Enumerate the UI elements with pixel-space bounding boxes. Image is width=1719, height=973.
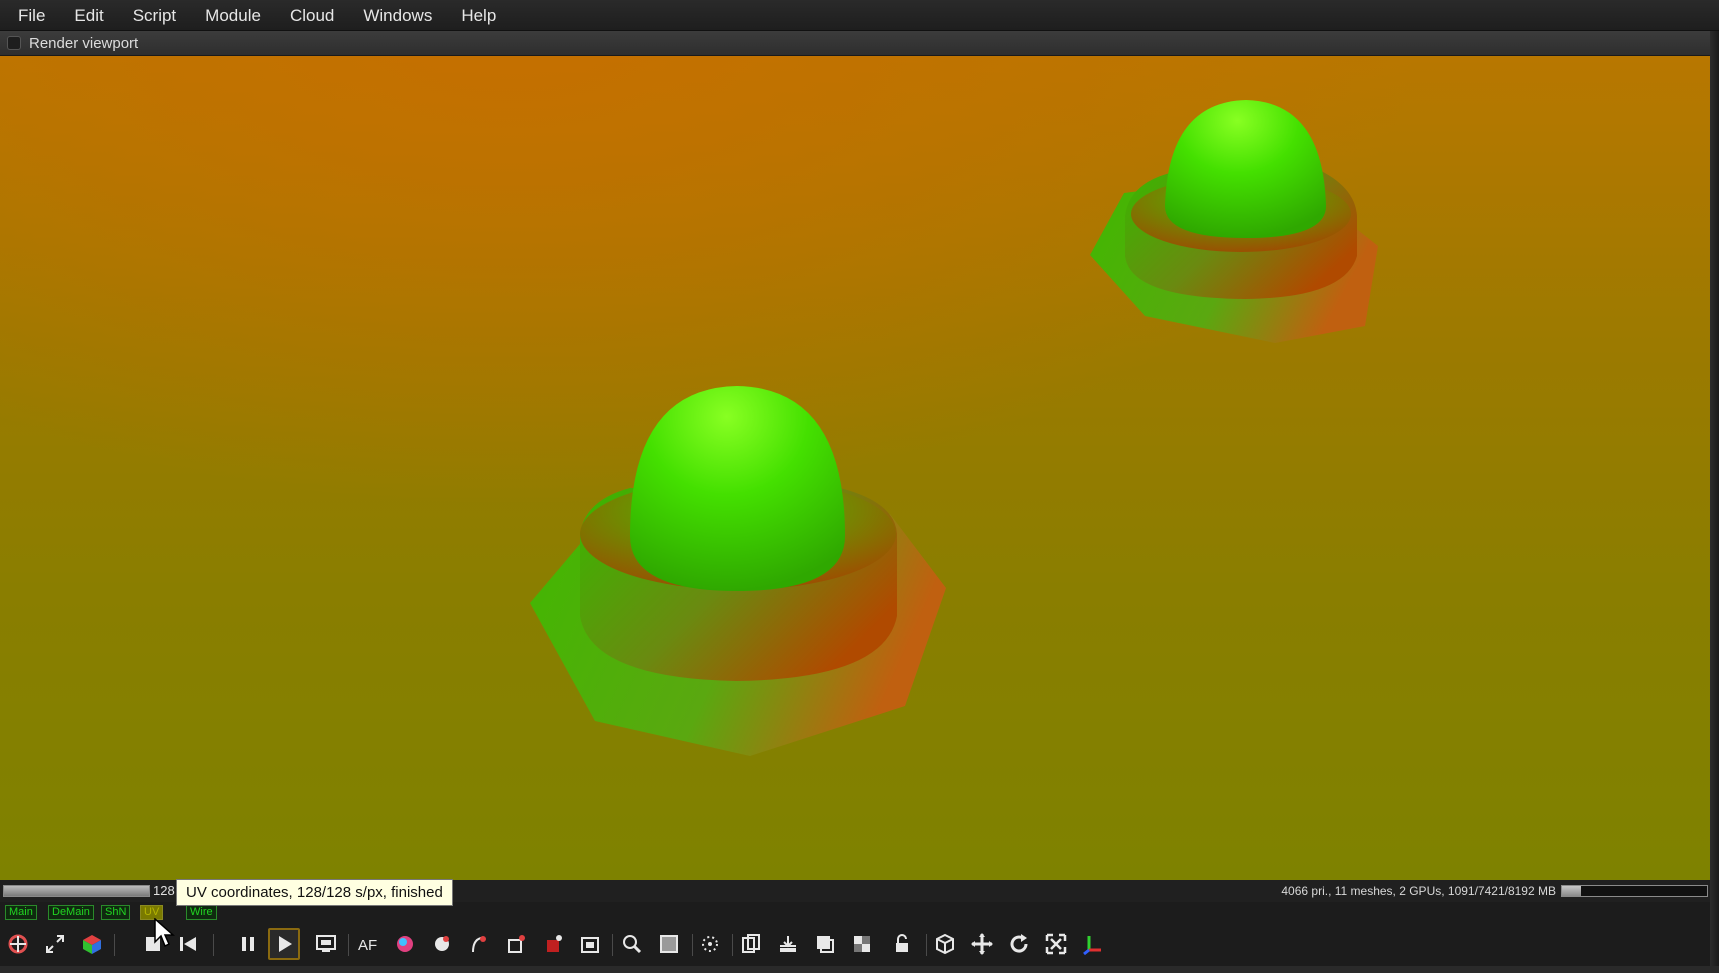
lock-icon[interactable] (886, 928, 918, 960)
mode-wire-button[interactable]: Wire (186, 905, 217, 920)
menu-help[interactable]: Help (449, 0, 513, 31)
camera-target-icon[interactable] (537, 928, 569, 960)
svg-text:AF: AF (358, 937, 377, 954)
menu-edit[interactable]: Edit (62, 0, 120, 31)
clipboard-icon[interactable] (809, 928, 841, 960)
material-picker-icon[interactable] (426, 928, 458, 960)
viewport-title: Render viewport (29, 34, 139, 52)
memory-bar (1561, 885, 1708, 897)
move-icon[interactable] (966, 928, 998, 960)
panel-grip-icon[interactable] (7, 36, 21, 50)
scene-stats: 4066 pri., 11 meshes, 2 GPUs, 1091/7421/… (1281, 884, 1556, 898)
mode-main-button[interactable]: Main (5, 905, 37, 920)
window-bottom-border (0, 966, 1719, 973)
toolbar-separator (114, 934, 115, 956)
cube-color-icon[interactable] (76, 928, 108, 960)
tooltip: UV coordinates, 128/128 s/px, finished (176, 879, 453, 906)
mesh-small (1090, 100, 1378, 343)
menu-file[interactable]: File (6, 0, 62, 31)
menu-module[interactable]: Module (193, 0, 278, 31)
sample-count: 128 (153, 883, 175, 898)
mouse-cursor-icon (154, 918, 175, 948)
object-picker-icon[interactable] (500, 928, 532, 960)
menu-bar: File Edit Script Module Cloud Windows He… (0, 0, 1719, 31)
memory-fill (1562, 886, 1581, 896)
toolbar-separator (612, 934, 613, 956)
rewind-icon[interactable] (172, 928, 204, 960)
viewport-titlebar: Render viewport (0, 31, 1710, 56)
render-scene (530, 100, 1378, 756)
pause-icon[interactable] (232, 928, 264, 960)
checker-icon[interactable] (846, 928, 878, 960)
mode-shn-button[interactable]: ShN (101, 905, 131, 920)
menu-windows[interactable]: Windows (351, 0, 449, 31)
lens-icon[interactable] (694, 928, 726, 960)
recenter-icon[interactable] (2, 928, 34, 960)
save-icon[interactable] (772, 928, 804, 960)
viewport-toolbar: AF (0, 922, 1710, 966)
render-region-icon[interactable] (310, 928, 342, 960)
render-viewport[interactable] (0, 56, 1710, 880)
crop-icon[interactable] (574, 928, 606, 960)
axis-icon[interactable] (1077, 928, 1109, 960)
scale-icon[interactable] (1040, 928, 1072, 960)
cube-view-icon[interactable] (929, 928, 961, 960)
menu-cloud[interactable]: Cloud (278, 0, 351, 31)
zoom-icon[interactable] (616, 928, 648, 960)
render-progress-fill (4, 886, 149, 896)
focus-picker-icon[interactable] (463, 928, 495, 960)
toolbar-separator (692, 934, 693, 956)
toolbar-separator (348, 934, 349, 956)
fit-view-icon[interactable] (39, 928, 71, 960)
menu-script[interactable]: Script (121, 0, 193, 31)
toolbar-separator (213, 934, 214, 956)
play-icon[interactable] (268, 928, 300, 960)
color-picker-icon[interactable] (389, 928, 421, 960)
toolbar-separator (732, 934, 733, 956)
copy-icon[interactable] (735, 928, 767, 960)
toolbar-separator (926, 934, 927, 956)
render-progress-bar (3, 885, 150, 897)
region-icon[interactable] (653, 928, 685, 960)
rotate-icon[interactable] (1003, 928, 1035, 960)
af-icon[interactable]: AF (352, 928, 384, 960)
mesh-large (530, 386, 946, 756)
right-scrollbar[interactable] (1710, 31, 1719, 973)
mode-demain-button[interactable]: DeMain (48, 905, 94, 920)
